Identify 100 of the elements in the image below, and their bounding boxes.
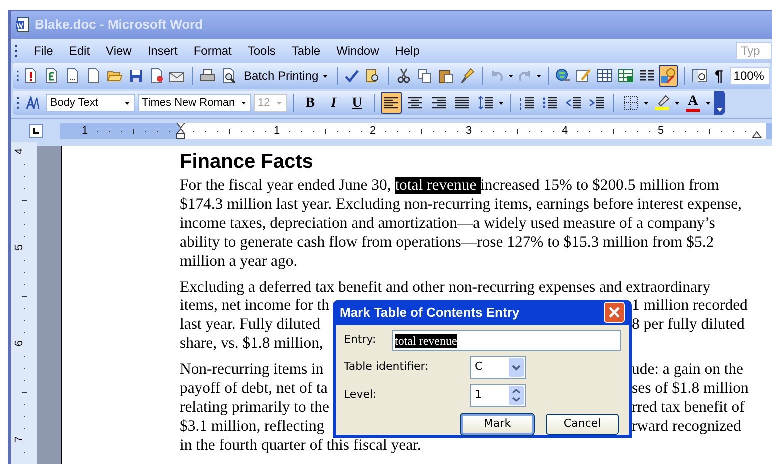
clipboard-icon[interactable] [438, 68, 454, 84]
grip-icon[interactable] [17, 96, 20, 110]
level-spinner[interactable]: 1 [470, 384, 526, 407]
bulleted-list-icon[interactable] [542, 95, 558, 111]
numbered-list-icon[interactable] [518, 95, 535, 111]
highlighter-icon[interactable] [654, 95, 670, 111]
grip-icon[interactable] [15, 44, 18, 58]
question-field[interactable]: Typ [736, 42, 772, 60]
printer-icon[interactable] [200, 68, 216, 84]
print-preview-icon[interactable] [221, 68, 238, 84]
caret-icon[interactable] [509, 74, 514, 78]
decrease-indent-icon[interactable] [566, 95, 582, 111]
document-map-icon[interactable] [692, 68, 708, 84]
text-line: Excluding a deferred tax benefit and other non-recurring expenses and extraordinary [180, 278, 711, 298]
ruler-number: 2 [370, 124, 376, 138]
scissors-icon[interactable] [396, 68, 412, 84]
menu-item[interactable]: Tools [240, 42, 284, 60]
toolbar-options-icon[interactable] [716, 108, 723, 112]
caret-icon [242, 102, 246, 104]
align-left-icon[interactable] [383, 95, 400, 111]
entry-field[interactable]: total revenue [392, 330, 621, 351]
text-line: 1 million recorded [632, 297, 748, 316]
bold-button[interactable]: B [300, 92, 321, 114]
save-icon[interactable] [128, 68, 144, 84]
caret-icon[interactable] [644, 102, 649, 104]
ruler-number: 6 [14, 340, 26, 347]
batch-printing-button[interactable]: Batch Printing [240, 66, 331, 86]
font-color-letter: A [688, 94, 698, 108]
italic-button[interactable]: I [324, 92, 344, 114]
field-label: Entry: [344, 332, 378, 348]
right-indent-icon[interactable] [752, 130, 762, 138]
new-document-icon[interactable] [86, 68, 102, 84]
indent-marker-icon[interactable] [176, 122, 186, 138]
menu-item[interactable]: Help [387, 42, 428, 60]
dialog-title: Mark Table of Contents Entry [340, 304, 520, 322]
close-button[interactable] [604, 302, 625, 323]
ruler-number: 1 [274, 124, 280, 138]
document-heading: Finance Facts [180, 150, 314, 174]
text-line: Non-recurring items in [180, 361, 324, 380]
ruler-number: 4 [562, 124, 568, 138]
blank-page-icon[interactable] [65, 68, 82, 84]
style-dropdown[interactable]: Body Text [46, 94, 135, 112]
tab-stop-icon[interactable] [28, 124, 42, 138]
field-label: Table identifier: [344, 359, 430, 376]
menu-item[interactable]: File [26, 42, 62, 60]
text-line: ude: a gain on the [632, 361, 744, 380]
color-bar-icon [686, 108, 700, 112]
justify-icon[interactable] [454, 95, 470, 111]
align-center-icon[interactable] [407, 95, 424, 111]
copy-icon[interactable] [416, 68, 433, 84]
pencil-table-icon[interactable] [576, 68, 592, 84]
document-icon [15, 17, 31, 33]
window-title: Blake.doc - Microsoft Word [35, 16, 204, 34]
increase-indent-icon[interactable] [589, 95, 606, 111]
caret-icon[interactable] [537, 74, 542, 78]
align-right-icon[interactable] [430, 95, 447, 111]
permission-icon[interactable] [23, 68, 40, 84]
text-line: payoff of debt, net of ta [180, 380, 328, 399]
menu-item[interactable]: Insert [140, 42, 186, 60]
caret-icon[interactable] [706, 102, 712, 104]
ruler-number: 5 [14, 244, 26, 251]
spreadsheet-icon[interactable] [44, 68, 60, 84]
spin-arrows-icon [509, 386, 524, 405]
spelling-check-icon[interactable] [344, 68, 360, 84]
font-dropdown[interactable]: Times New Roman [138, 94, 251, 112]
text-line: last year. Fully diluted [180, 316, 320, 336]
menu-item[interactable]: View [98, 42, 140, 60]
menu-item[interactable]: Edit [61, 42, 98, 60]
permission-icon[interactable] [148, 68, 165, 84]
table-icon[interactable] [597, 68, 614, 84]
identifier-dropdown[interactable]: C [470, 356, 526, 379]
styles-icon[interactable] [25, 95, 42, 111]
font-color-button[interactable]: A [682, 92, 704, 114]
underline-button[interactable]: U [347, 92, 368, 114]
text-line: relating primarily to the [180, 398, 330, 418]
research-icon[interactable] [365, 68, 382, 84]
drawing-tools-icon[interactable] [660, 68, 676, 84]
dialog-button[interactable]: Cancel [546, 414, 619, 435]
caret-icon [277, 102, 282, 104]
spreadsheet-grid-icon[interactable] [618, 68, 634, 84]
line-spacing-icon[interactable] [478, 95, 494, 111]
caret-icon [125, 102, 130, 104]
menu-item[interactable]: Format [186, 42, 240, 60]
caret-icon[interactable] [675, 102, 680, 104]
caret-icon [322, 74, 328, 78]
show-marks-button[interactable]: ¶ [711, 66, 727, 86]
menu-item[interactable]: Window [328, 42, 388, 60]
field-label: Level: [344, 387, 378, 404]
caret-icon[interactable] [498, 102, 504, 104]
text-line: 8 per fully diluted [632, 316, 745, 336]
menu-item[interactable]: Table [284, 42, 329, 60]
zoom-field[interactable]: 100% [730, 67, 770, 85]
paintbrush-icon[interactable] [458, 68, 475, 84]
grip-icon[interactable] [17, 69, 20, 83]
text-line: share, vs. $1.8 million, [180, 335, 324, 354]
text-line: rred tax benefit of [632, 398, 745, 418]
border-icon[interactable] [622, 95, 638, 111]
globe-link-icon[interactable] [555, 68, 572, 84]
dialog-button[interactable]: Mark [461, 414, 534, 435]
text-line: For the fiscal year ended June 30, total revenue increased 15% to $200.5 million from [180, 177, 720, 196]
